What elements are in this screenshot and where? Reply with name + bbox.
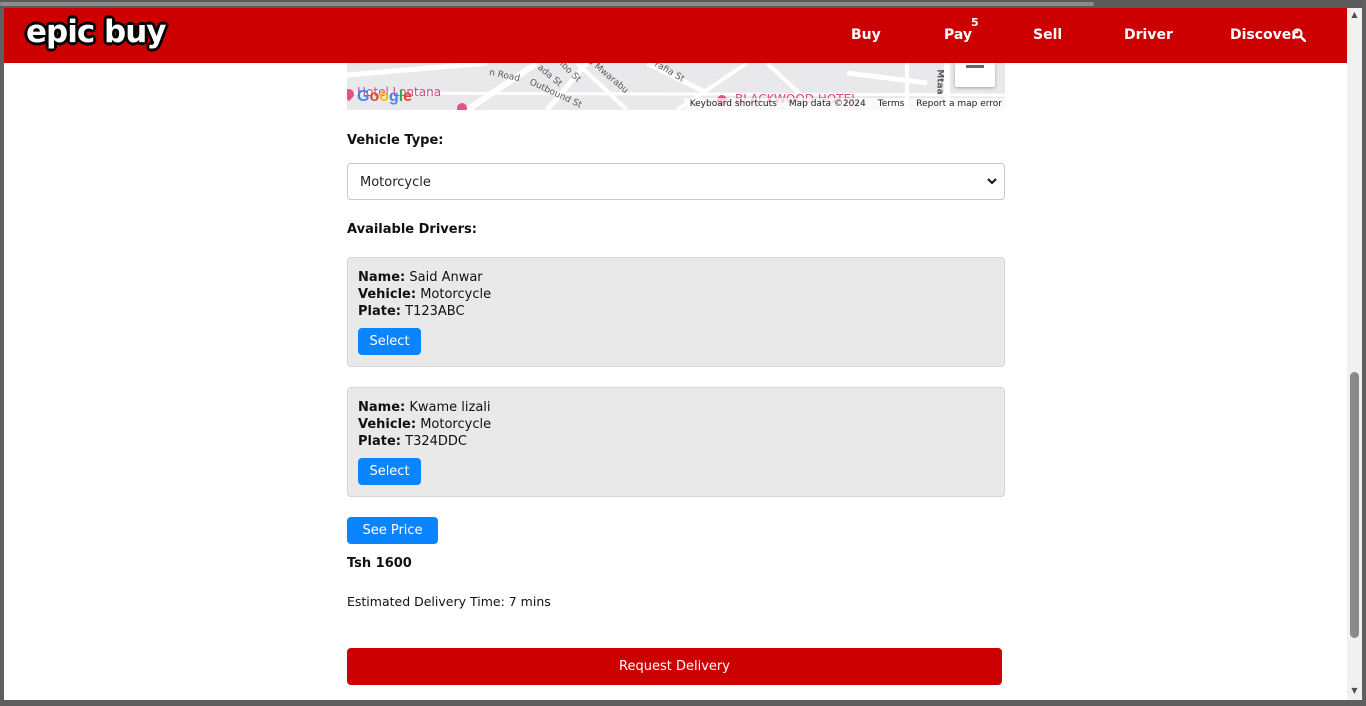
driver-name-label: Name: [358, 270, 406, 285]
price-value: Tsh 1600 [347, 556, 412, 571]
vehicle-type-value: Motorcycle [360, 175, 431, 190]
logo[interactable]: epic buy [26, 14, 166, 50]
map-data: Map data ©2024 [788, 99, 866, 109]
map-terms[interactable]: Terms [878, 98, 905, 110]
driver-name: Said Anwar [409, 270, 483, 285]
scrollbar-thumb[interactable] [1350, 372, 1359, 638]
window-bottom-edge [0, 700, 1366, 706]
map-street-label: Mtaa [934, 69, 945, 95]
driver-plate-row: Plate: T123ABC [358, 304, 465, 319]
vertical-scrollbar[interactable]: ▲ ▼ [1347, 8, 1362, 700]
nav-buy[interactable]: Buy [851, 27, 881, 43]
driver-vehicle-label: Vehicle: [358, 417, 417, 432]
request-delivery-button[interactable]: Request Delivery [347, 648, 1002, 685]
driver-plate-label: Plate: [358, 434, 401, 449]
available-drivers-label: Available Drivers: [347, 222, 477, 237]
driver-plate: T123ABC [405, 304, 465, 319]
window-top-bar [0, 0, 1366, 8]
scroll-down-arrow-icon[interactable]: ▼ [1347, 684, 1362, 698]
minus-icon [966, 65, 984, 68]
page-viewport: epic buy Buy Pay 5 Sell Driver Discover … [4, 8, 1347, 700]
vehicle-type-label: Vehicle Type: [347, 133, 444, 148]
select-driver-button[interactable]: Select [358, 328, 421, 355]
vehicle-type-select[interactable]: Motorcycle [347, 163, 1005, 200]
select-driver-button[interactable]: Select [358, 458, 421, 485]
see-price-button[interactable]: See Price [347, 517, 438, 544]
driver-vehicle-row: Vehicle: Motorcycle [358, 287, 491, 302]
driver-vehicle: Motorcycle [420, 417, 492, 432]
driver-name-label: Name: [358, 400, 406, 415]
driver-vehicle-label: Vehicle: [358, 287, 417, 302]
scroll-up-arrow-icon[interactable]: ▲ [1347, 8, 1362, 22]
driver-vehicle: Motorcycle [420, 287, 492, 302]
nav-driver[interactable]: Driver [1124, 27, 1173, 43]
driver-vehicle-row: Vehicle: Motorcycle [358, 417, 491, 432]
map-attribution: Keyboard shortcuts Map data ©2024 Terms … [683, 98, 1005, 110]
google-logo: Google [357, 88, 413, 105]
nav-pay[interactable]: Pay [944, 27, 972, 43]
pay-badge: 5 [971, 16, 979, 29]
map[interactable]: n Road ada St Outbound St ibo St a Mwara… [347, 63, 1005, 110]
nav-sell[interactable]: Sell [1033, 27, 1062, 43]
window-top-highlight [0, 2, 1094, 6]
map-report-error[interactable]: Report a map error [916, 98, 1002, 110]
driver-plate-row: Plate: T324DDC [358, 434, 467, 449]
driver-card: Name: Said Anwar Vehicle: Motorcycle Pla… [347, 257, 1005, 367]
chevron-down-icon [987, 178, 997, 185]
navbar: epic buy Buy Pay 5 Sell Driver Discover [4, 8, 1347, 63]
zoom-out-button[interactable] [955, 63, 995, 87]
driver-plate: T324DDC [405, 434, 467, 449]
estimated-delivery-time: Estimated Delivery Time: 7 mins [347, 594, 551, 609]
map-keyboard-shortcuts[interactable]: Keyboard shortcuts [690, 98, 777, 110]
driver-name: Kwame lizali [409, 400, 491, 415]
driver-name-row: Name: Kwame lizali [358, 400, 491, 415]
window-right-edge [1362, 0, 1366, 706]
nav-discover[interactable]: Discover [1230, 27, 1298, 43]
driver-plate-label: Plate: [358, 304, 401, 319]
driver-card: Name: Kwame lizali Vehicle: Motorcycle P… [347, 387, 1005, 497]
search-icon[interactable] [1292, 28, 1306, 42]
driver-name-row: Name: Said Anwar [358, 270, 483, 285]
